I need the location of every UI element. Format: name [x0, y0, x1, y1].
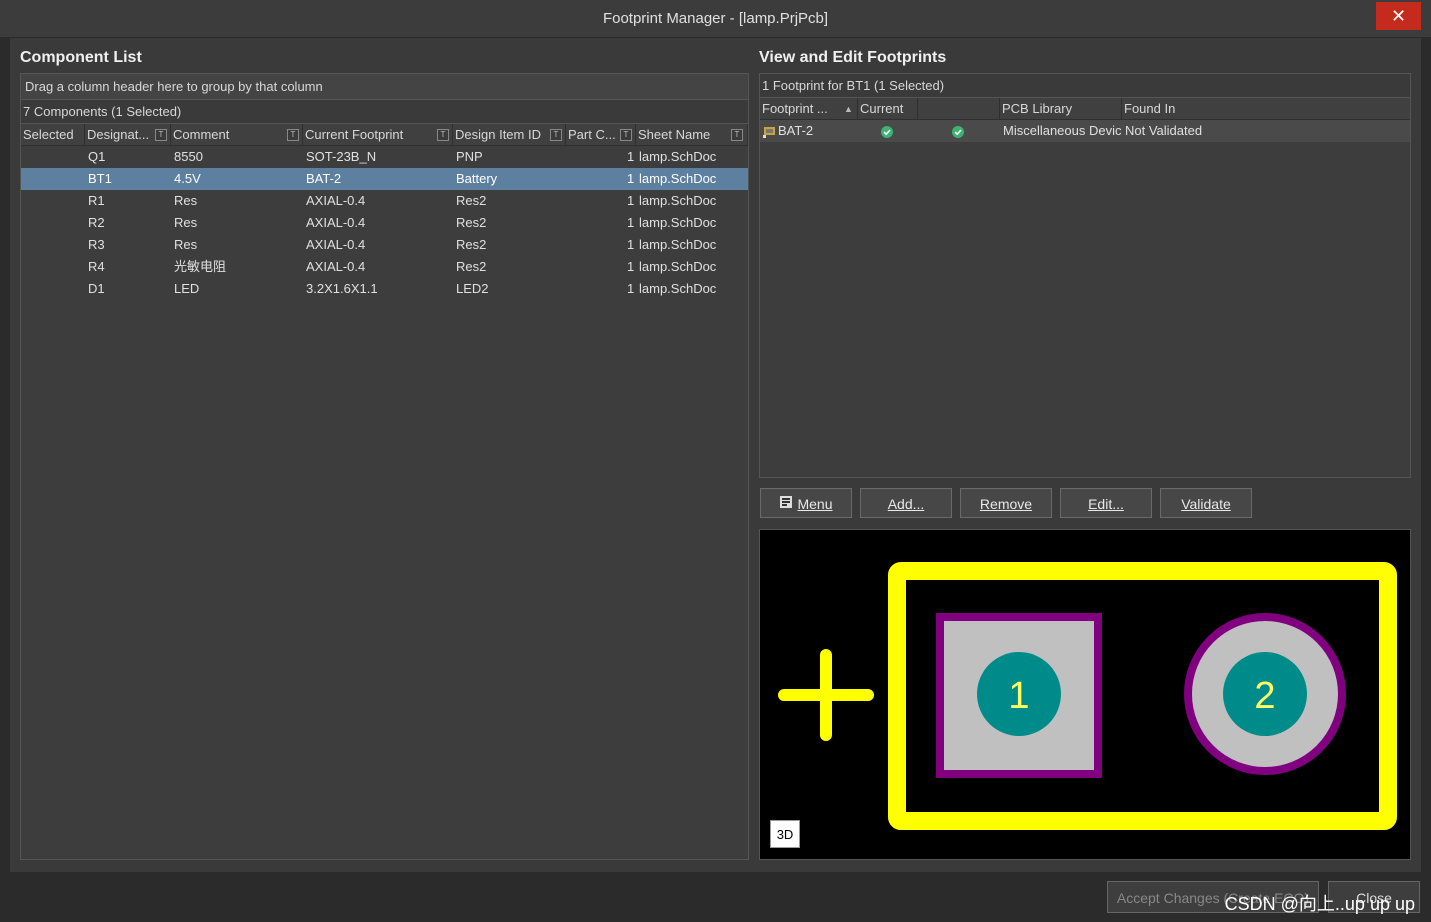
dialog-body: Component List Drag a column header here…: [10, 38, 1421, 872]
cell-comment: LED: [174, 281, 200, 296]
pad-2-label: 2: [1254, 675, 1275, 717]
cell-sheet: lamp.SchDoc: [639, 171, 717, 186]
filter-icon[interactable]: T: [731, 129, 743, 141]
cell-design-item-id: Res2: [456, 193, 487, 208]
footprint-table-header: Footprint ... ▲ Current PCB Library Foun…: [760, 98, 1410, 120]
footprint-drawing: 1 2: [778, 562, 1397, 830]
cell-design-item-id: LED2: [456, 281, 489, 296]
group-by-hint[interactable]: Drag a column header here to group by th…: [21, 74, 748, 100]
col-found-in[interactable]: Found In: [1122, 98, 1410, 120]
table-row[interactable]: R4 光敏电阻 AXIAL-0.4 Res2 1 lamp.SchDoc: [21, 256, 748, 278]
cell-footprint: AXIAL-0.4: [306, 215, 366, 230]
cell-sheet: lamp.SchDoc: [639, 237, 717, 252]
menu-label: Menu: [797, 496, 833, 512]
filter-icon[interactable]: T: [155, 129, 167, 141]
col-extra[interactable]: [918, 98, 1000, 120]
cell-footprint: 3.2X1.6X1.1: [306, 281, 378, 296]
table-row[interactable]: Q1 8550 SOT-23B_N PNP 1 lamp.SchDoc: [21, 146, 748, 168]
component-list-panel: Drag a column header here to group by th…: [20, 73, 749, 860]
footprint-button-bar: Menu Add... Remove Edit... Validate: [760, 488, 1410, 518]
cell-designator: R1: [88, 193, 105, 208]
table-row[interactable]: BT1 4.5V BAT-2 Battery 1 lamp.SchDoc: [21, 168, 748, 190]
cell-comment: 4.5V: [174, 171, 201, 186]
cell-comment: 8550: [174, 149, 203, 164]
cell-designator: R3: [88, 237, 105, 252]
csdn-watermark: CSDN @向上..up up up: [1224, 894, 1415, 914]
cell-design-item-id: PNP: [456, 149, 483, 164]
validate-button[interactable]: Validate: [1160, 488, 1252, 518]
cell-footprint: AXIAL-0.4: [306, 259, 366, 274]
polarity-plus-marker: [778, 649, 874, 741]
cell-part-count: 1: [627, 149, 635, 164]
col-current-footprint[interactable]: Current Footprint: [303, 124, 453, 146]
col-pcb-library[interactable]: PCB Library: [1000, 98, 1122, 120]
cell-sheet: lamp.SchDoc: [639, 193, 717, 208]
cell-part-count: 1: [627, 215, 635, 230]
cell-designator: Q1: [88, 149, 106, 164]
filter-icon[interactable]: T: [287, 129, 299, 141]
cell-design-item-id: Res2: [456, 259, 487, 274]
title-bar: Footprint Manager - [lamp.PrjPcb] ✕: [0, 0, 1431, 38]
cell-part-count: 1: [627, 193, 635, 208]
col-selected[interactable]: Selected: [21, 124, 85, 146]
check-icon: [880, 124, 894, 146]
component-rows: Q1 8550 SOT-23B_N PNP 1 lamp.SchDoc BT1 …: [21, 146, 748, 300]
cell-part-count: 1: [627, 237, 635, 252]
cell-footprint: AXIAL-0.4: [306, 193, 366, 208]
cell-footprint: BAT-2: [306, 171, 342, 186]
cell-sheet: lamp.SchDoc: [639, 281, 717, 296]
component-count: 7 Components (1 Selected): [21, 100, 748, 124]
component-list-title: Component List: [20, 49, 142, 66]
3d-view-toggle[interactable]: 3D: [770, 820, 800, 848]
table-row[interactable]: R1 Res AXIAL-0.4 Res2 1 lamp.SchDoc: [21, 190, 748, 212]
cell-part-count: 1: [627, 259, 635, 274]
cell-found-in: Not Validated: [1125, 123, 1203, 138]
cell-comment: Res: [174, 193, 198, 208]
edit-button[interactable]: Edit...: [1060, 488, 1152, 518]
footprint-count: 1 Footprint for BT1 (1 Selected): [760, 74, 1410, 98]
cell-part-count: 1: [627, 171, 635, 186]
window-title: Footprint Manager - [lamp.PrjPcb]: [602, 10, 829, 27]
cell-sheet: lamp.SchDoc: [639, 215, 717, 230]
menu-button[interactable]: Menu: [760, 488, 852, 518]
cell-sheet: lamp.SchDoc: [639, 149, 717, 164]
check-icon: [951, 124, 965, 146]
cell-footprint-name: BAT-2: [778, 123, 814, 138]
table-row[interactable]: R3 Res AXIAL-0.4 Res2 1 lamp.SchDoc: [21, 234, 748, 256]
sort-ascending-icon[interactable]: ▲: [844, 98, 853, 120]
cell-design-item-id: Res2: [456, 215, 487, 230]
col-current[interactable]: Current: [858, 98, 918, 120]
cell-design-item-id: Battery: [456, 171, 498, 186]
cell-part-count: 1: [627, 281, 635, 296]
filter-icon[interactable]: T: [437, 129, 449, 141]
cell-sheet: lamp.SchDoc: [639, 259, 717, 274]
remove-button[interactable]: Remove: [960, 488, 1052, 518]
filter-icon[interactable]: T: [550, 129, 562, 141]
footprint-list-panel: 1 Footprint for BT1 (1 Selected) Footpri…: [759, 73, 1411, 478]
pad-1-label: 1: [1008, 675, 1029, 717]
footprint-row[interactable]: BAT-2 Miscellaneous Devic Not Validated: [760, 120, 1410, 142]
footprint-preview[interactable]: 1 2 3D: [759, 529, 1411, 860]
cell-footprint: AXIAL-0.4: [306, 237, 366, 252]
cell-comment: Res: [174, 215, 198, 230]
close-window-button[interactable]: ✕: [1376, 2, 1421, 30]
add-button[interactable]: Add...: [860, 488, 952, 518]
cell-designator: BT1: [88, 171, 112, 186]
cell-designator: R4: [88, 259, 105, 274]
footprint-component-icon: [762, 120, 778, 149]
cell-footprint: SOT-23B_N: [306, 149, 377, 164]
col-comment[interactable]: Comment: [171, 124, 303, 146]
footprints-title: View and Edit Footprints: [759, 49, 947, 66]
cell-design-item-id: Res2: [456, 237, 487, 252]
cell-designator: D1: [88, 281, 105, 296]
table-row[interactable]: R2 Res AXIAL-0.4 Res2 1 lamp.SchDoc: [21, 212, 748, 234]
menu-icon: [779, 489, 793, 519]
filter-icon[interactable]: T: [620, 129, 632, 141]
table-row[interactable]: D1 LED 3.2X1.6X1.1 LED2 1 lamp.SchDoc: [21, 278, 748, 300]
component-table-header: Selected Designat... T Comment T Current…: [21, 124, 748, 146]
cell-comment: 光敏电阻: [174, 259, 227, 274]
cell-designator: R2: [88, 215, 105, 230]
cell-comment: Res: [174, 237, 198, 252]
cell-pcb-library: Miscellaneous Devic: [1003, 123, 1122, 138]
